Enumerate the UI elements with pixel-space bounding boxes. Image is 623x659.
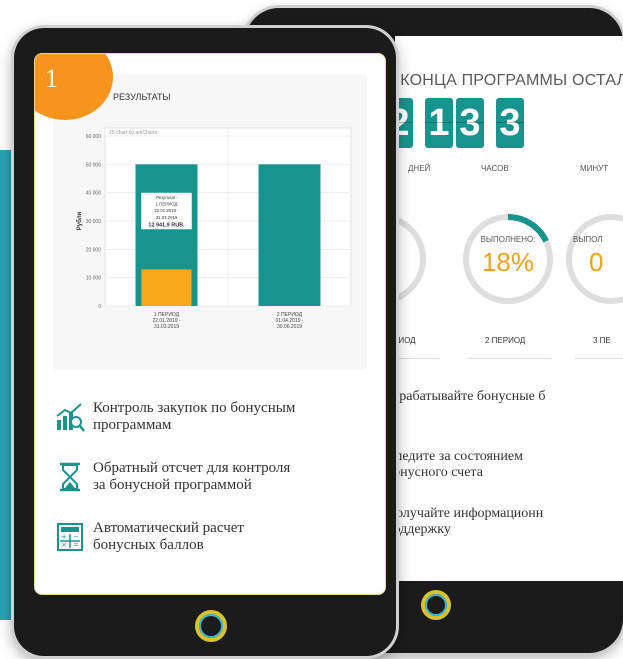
- feature-text-line2: за бонусной программой: [93, 477, 252, 493]
- hours-unit: ЧАСОВ: [481, 164, 509, 173]
- y-tick-label: 20 000: [86, 247, 102, 253]
- results-chart-card: РЕЗУЛЬТАТЫ JS chart by amChartsJS chart …: [53, 74, 367, 370]
- y-tick-label: 60 000: [86, 134, 102, 140]
- tooltip-line: 31.03.2019: [156, 215, 178, 220]
- minutes-unit: МИНУТ: [580, 164, 609, 173]
- back-feature-info-1: Получайте информационн: [395, 506, 544, 521]
- feature-text-line1: Обратный отсчет для контроля: [93, 460, 291, 476]
- divider: [395, 358, 439, 359]
- svg-text:+: +: [61, 533, 67, 541]
- minutes-digits: 3: [496, 98, 524, 148]
- front-tablet: РЕЗУЛЬТАТЫ JS chart by amChartsJS chart …: [14, 28, 396, 656]
- chart-search-icon: [56, 403, 85, 432]
- results-chart: JS chart by amChartsJS chart by amCharts…: [76, 127, 352, 330]
- y-tick-label: 10 000: [86, 276, 102, 282]
- y-tick-label: 50 000: [86, 162, 102, 168]
- gauge-period-2: ВЫПОЛНЕНО: 18%: [460, 211, 556, 307]
- tooltip-line: 1 ПЕРИОД: [156, 202, 178, 207]
- feature-purchase-control: Контроль закупок по бонусным программам: [56, 400, 363, 434]
- gauge-percent: 18%: [481, 247, 535, 277]
- x-tick-label: 31.03.2019: [154, 324, 179, 330]
- bar-target-2: [258, 164, 321, 306]
- minutes-digit: 3: [496, 98, 524, 148]
- chart-credit: JS chart by amCharts: [109, 130, 158, 136]
- gauge-label: ВЫПОЛ: [573, 235, 603, 244]
- back-tablet-screen: О КОНЦА ПРОГРАММЫ ОСТАЛО 2 1 3 3 ДНЕЙ ЧА…: [395, 36, 623, 581]
- days-unit: ДНЕЙ: [408, 164, 431, 173]
- feature-text-line1: Контроль закупок по бонусным: [93, 400, 296, 416]
- y-tick-label: 0: [98, 304, 101, 310]
- gauge-label: ЛНЕНО:: [395, 235, 429, 244]
- tooltip-line: Результат:: [156, 195, 177, 200]
- tooltip-line: 22.01.2019 -: [154, 208, 179, 213]
- back-feature-earn: Зарабатывайте бонусные б: [395, 389, 546, 404]
- back-feature-info-2: поддержку: [395, 522, 451, 537]
- days-digits: 2: [395, 98, 413, 148]
- svg-text:=: =: [73, 541, 79, 549]
- back-home-button[interactable]: [421, 590, 451, 620]
- countdown-title: О КОНЦА ПРОГРАММЫ ОСТАЛО: [395, 72, 623, 89]
- hourglass-icon: [60, 462, 80, 492]
- feature-countdown: Обратный отсчет для контроля за бонусной…: [60, 460, 363, 494]
- y-tick-label: 30 000: [86, 219, 102, 225]
- bar-результат-1: [141, 269, 192, 306]
- divider: [575, 358, 623, 359]
- gauge-period-1: ЛНЕНО: 5%: [395, 211, 429, 307]
- hours-digit-2: 3: [456, 98, 484, 148]
- period-label-1: РИОД: [395, 336, 416, 345]
- gauge-label: ВЫПОЛНЕНО:: [480, 235, 536, 244]
- back-feature-track-2: бонусного счета: [395, 465, 483, 480]
- front-tablet-screen: РЕЗУЛЬТАТЫ JS chart by amChartsJS chart …: [34, 53, 386, 595]
- gauge-period-3: ВЫПОЛ 0: [563, 211, 623, 307]
- tooltip-line: 12 941,9 RUB.: [148, 222, 185, 228]
- divider: [467, 358, 551, 359]
- hours-digit-1: 1: [425, 98, 453, 148]
- feature-text-line1: Автоматический расчет: [93, 520, 244, 536]
- feature-auto-calc: + − × = Автоматический расчет бонусных б…: [57, 520, 363, 554]
- x-tick-label: 30.06.2019: [277, 324, 302, 330]
- y-axis-label: Рубли: [76, 211, 83, 230]
- svg-text:−: −: [73, 533, 79, 541]
- calculator-icon: + − × =: [57, 523, 83, 551]
- period-label-3: 3 ПЕ: [593, 336, 611, 345]
- gauge-percent: 5%: [395, 247, 429, 278]
- feature-text-line2: бонусных баллов: [93, 537, 204, 553]
- feature-text-line2: программам: [93, 417, 172, 433]
- step-number: 1: [45, 64, 58, 93]
- front-home-button[interactable]: [195, 610, 227, 642]
- days-digit: 2: [395, 98, 413, 148]
- countdown-digits: 2 1 3 3: [395, 98, 536, 148]
- back-feature-track-1: Следите за состоянием: [395, 449, 523, 464]
- y-tick-label: 40 000: [86, 191, 102, 197]
- gauge-percent: 0: [589, 247, 604, 277]
- hours-digits: 1 3: [425, 98, 484, 148]
- period-label-2: 2 ПЕРИОД: [485, 336, 526, 345]
- svg-text:×: ×: [61, 541, 67, 549]
